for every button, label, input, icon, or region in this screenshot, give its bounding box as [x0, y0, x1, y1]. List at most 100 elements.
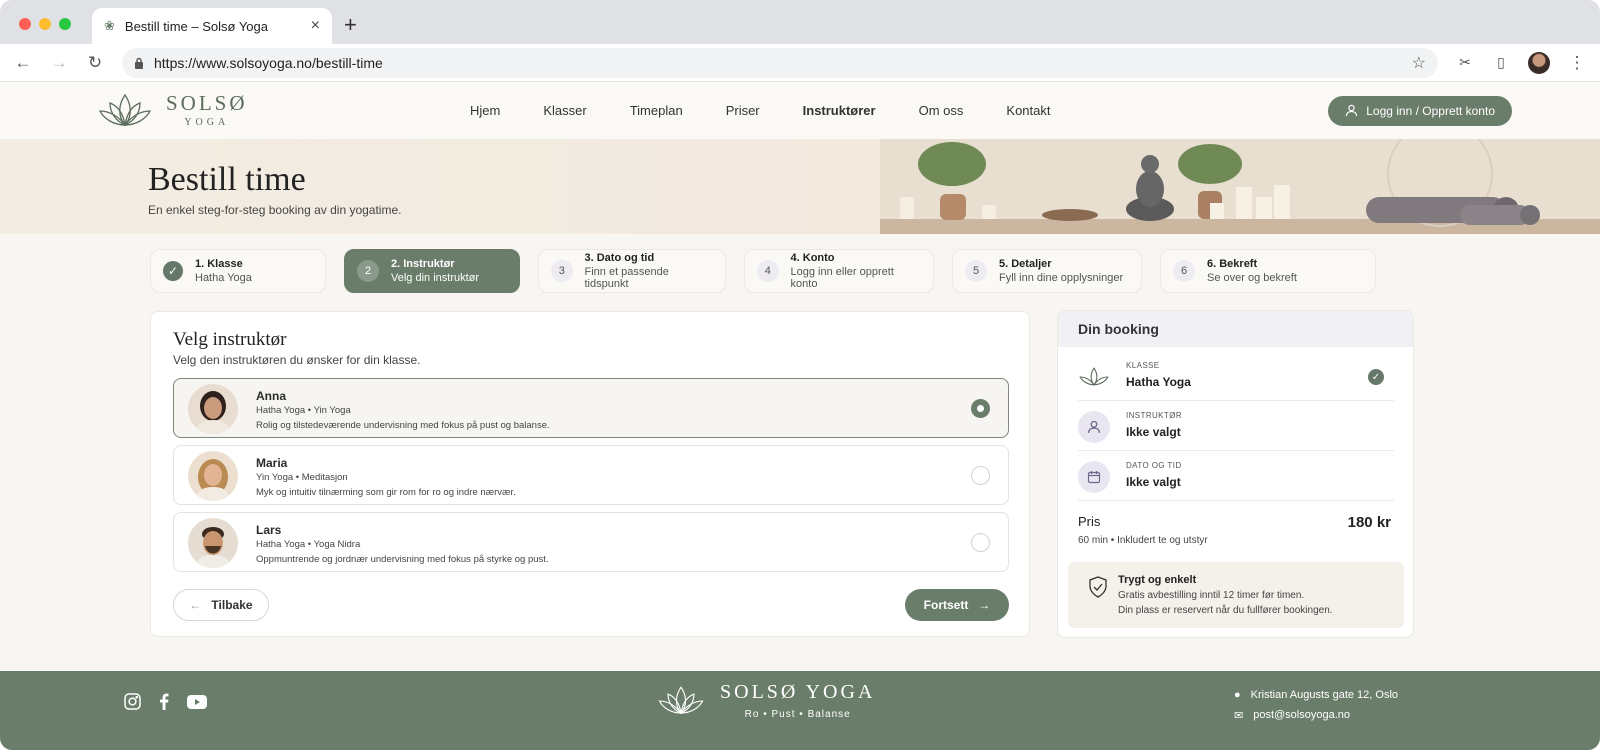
instructor-option-anna[interactable]: Anna Hatha Yoga • Yin Yoga Rolig og tils…: [173, 378, 1009, 438]
step-number: 2: [357, 260, 379, 282]
instructor-option-maria[interactable]: Maria Yin Yoga • Meditasjon Myk og intui…: [173, 445, 1009, 505]
instructor-tags: Hatha Yoga • Yoga Nidra: [256, 539, 361, 550]
step-title: 2. Instruktør: [391, 258, 455, 270]
lotus-logo-icon: [98, 93, 152, 126]
back-arrow-icon[interactable]: ←: [14, 53, 32, 73]
step-subtitle: Velg din instruktør: [391, 272, 480, 284]
new-tab-button[interactable]: +: [344, 12, 357, 38]
instagram-icon[interactable]: [124, 693, 141, 710]
forward-arrow-icon[interactable]: →: [50, 53, 68, 73]
nav-timeplan[interactable]: Timeplan: [630, 103, 683, 118]
menu-kebab-icon[interactable]: ⋮: [1568, 53, 1586, 73]
price-note: 60 min • Inkludert te og utstyr: [1078, 535, 1208, 546]
continue-button[interactable]: Fortsett →: [905, 589, 1009, 621]
tab-title: Bestill time – Solsø Yoga: [124, 18, 268, 34]
youtube-icon[interactable]: [187, 694, 207, 709]
profile-avatar[interactable]: [1528, 51, 1550, 74]
location-pin-icon: ●: [1234, 689, 1241, 701]
footer-tagline: Ro • Pust • Balanse: [744, 709, 851, 720]
site-logo[interactable]: SOLSØ YOGA: [96, 91, 446, 131]
step-title: 5. Detaljer: [999, 258, 1052, 270]
step-4-konto[interactable]: 4 4. Konto Logg inn eller opprett konto: [744, 249, 934, 293]
hero-banner: Bestill time En enkel steg-for-steg book…: [0, 139, 1600, 234]
calendar-icon: [1078, 461, 1110, 493]
summary-label: DATO OG TID: [1126, 461, 1182, 470]
toolbar: ← → ↻ https://www.solsoyoga.no/bestill-t…: [0, 44, 1600, 82]
lotus-icon: [1078, 361, 1110, 393]
footer-logo[interactable]: SOLSØ YOGA Ro • Pust • Balanse: [656, 681, 875, 720]
bookmark-star-icon[interactable]: ☆: [1412, 53, 1426, 73]
step-3-dato-og-tid[interactable]: 3 3. Dato og tid Finn et passende tidspun…: [538, 249, 726, 293]
booking-summary: Din booking KLASSE Hatha Yoga ✓ INSTRUKT…: [1057, 310, 1414, 638]
page-title: Bestill time: [148, 161, 306, 198]
radio-unselected[interactable]: [971, 466, 990, 485]
summary-label: KLASSE: [1126, 361, 1160, 370]
nav-hjem[interactable]: Hjem: [470, 103, 500, 118]
check-icon: ✓: [163, 261, 183, 281]
step-6-bekreft[interactable]: 6 6. Bekreft Se over og bekreft: [1160, 249, 1376, 293]
step-subtitle: Fyll inn dine opplysninger: [999, 272, 1124, 284]
close-tab-icon[interactable]: ×: [311, 17, 320, 35]
safe-notice: Trygt og enkelt Gratis avbestilling innt…: [1068, 562, 1404, 628]
facebook-icon[interactable]: [159, 693, 169, 710]
instructor-option-lars[interactable]: Lars Hatha Yoga • Yoga Nidra Oppmuntrend…: [173, 512, 1009, 572]
clipboard-icon[interactable]: ▯: [1492, 54, 1510, 71]
login-button[interactable]: Logg inn / Opprett konto: [1328, 95, 1512, 126]
address-bar[interactable]: https://www.solsoyoga.no/bestill-time ☆: [122, 47, 1438, 78]
price-label: Pris: [1078, 514, 1101, 529]
login-label: Logg inn / Opprett konto: [1366, 103, 1495, 118]
step-number: 5: [965, 260, 987, 282]
summary-value: Ikke valgt: [1126, 475, 1181, 489]
step-2-instruktor[interactable]: 2 2. Instruktør Velg din instruktør: [344, 249, 520, 293]
summary-value: Hatha Yoga: [1126, 375, 1191, 389]
step-1-klasse[interactable]: ✓ 1. Klasse Hatha Yoga: [150, 249, 326, 293]
social-links: [124, 693, 207, 710]
step-subtitle: Logg inn eller opprett konto: [790, 266, 894, 290]
nav-instruktorer[interactable]: Instruktører: [803, 103, 876, 118]
extension-icon[interactable]: ✂: [1456, 54, 1474, 71]
arrow-right-icon: →: [978, 598, 991, 612]
main-nav: Hjem Klasser Timeplan Priser Instruktøre…: [470, 103, 1328, 118]
step-5-detaljer[interactable]: 5 5. Detaljer Fyll inn dine opplysninger: [952, 249, 1142, 293]
instructor-tags: Yin Yoga • Meditasjon: [256, 472, 348, 483]
site-header: SOLSØ YOGA Hjem Klasser Timeplan Priser …: [0, 82, 1600, 139]
instructor-name: Maria: [256, 456, 288, 470]
instructor-description: Rolig og tilstedeværende undervisning me…: [256, 420, 550, 431]
summary-instructor-row: INSTRUKTØR Ikke valgt: [1078, 403, 1394, 451]
lotus-favicon-icon: ❀: [104, 18, 115, 33]
arrow-left-icon: ←: [189, 598, 202, 612]
continue-label: Fortsett: [923, 598, 969, 612]
close-window-button[interactable]: [19, 18, 31, 30]
booking-title: Din booking: [1058, 311, 1413, 347]
summary-class-row: KLASSE Hatha Yoga ✓: [1078, 353, 1394, 401]
browser-tab[interactable]: ❀ Bestill time – Solsø Yoga ×: [92, 8, 332, 44]
browser-window: ❀ Bestill time – Solsø Yoga × + ← → ↻ ht…: [0, 0, 1600, 750]
lock-icon: [135, 57, 143, 69]
maximize-window-button[interactable]: [59, 18, 71, 30]
step-subtitle: Se over og bekreft: [1207, 272, 1297, 284]
instructor-description: Myk og intuitiv tilnærming som gir rom f…: [256, 487, 516, 498]
instructor-photo-maria: [188, 451, 238, 501]
instructor-name: Anna: [256, 389, 286, 403]
radio-unselected[interactable]: [971, 533, 990, 552]
user-icon: [1078, 411, 1110, 443]
step-title: 4. Konto: [790, 252, 835, 264]
step-title: 3. Dato og tid: [584, 252, 655, 264]
step-subtitle: Finn et passende tidspunkt: [584, 266, 669, 290]
logo-name: SOLSØ: [166, 91, 248, 115]
footer-email[interactable]: post@solsoyoga.no: [1253, 709, 1350, 721]
nav-priser[interactable]: Priser: [726, 103, 760, 118]
nav-om-oss[interactable]: Om oss: [919, 103, 964, 118]
minimize-window-button[interactable]: [39, 18, 51, 30]
nav-kontakt[interactable]: Kontakt: [1006, 103, 1050, 118]
card-title: Velg instruktør: [173, 329, 287, 350]
nav-klasser[interactable]: Klasser: [543, 103, 586, 118]
tab-bar: ❀ Bestill time – Solsø Yoga × +: [0, 0, 1600, 44]
radio-selected[interactable]: [971, 399, 990, 418]
instructor-description: Oppmuntrende og jordnær undervisning med…: [256, 554, 549, 565]
card-subtitle: Velg den instruktøren du ønsker for din …: [173, 353, 421, 367]
reload-icon[interactable]: ↻: [86, 53, 104, 73]
safe-line-1: Gratis avbestilling inntil 12 timer før …: [1118, 590, 1305, 601]
page-subtitle: En enkel steg-for-steg booking av din yo…: [148, 203, 402, 217]
back-button[interactable]: ← Tilbake: [173, 589, 269, 621]
